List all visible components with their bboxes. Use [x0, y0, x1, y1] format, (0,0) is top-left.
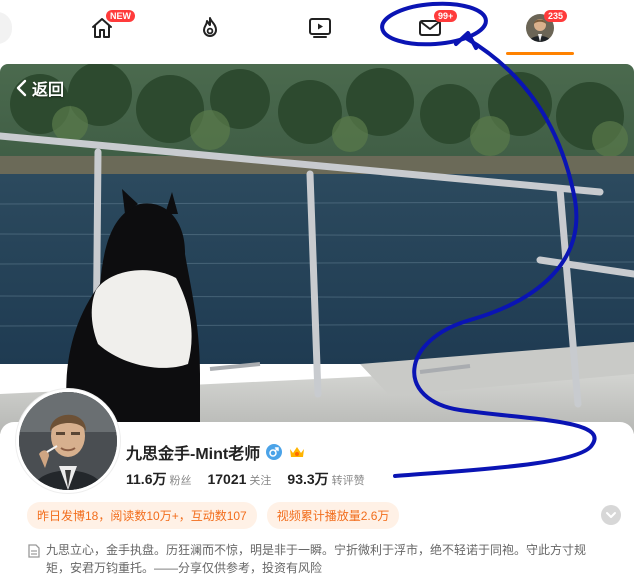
reposts-count: 93.3万 [287, 471, 329, 487]
stat-fans[interactable]: 11.6万 粉丝 [126, 469, 191, 489]
fans-count: 11.6万 [126, 471, 167, 487]
back-label: 返回 [32, 82, 65, 99]
chevron-left-icon [16, 79, 27, 97]
profile-notify-badge: 235 [544, 10, 568, 22]
nav-video[interactable] [298, 8, 342, 48]
active-tab-indicator [506, 52, 574, 55]
nav-home[interactable]: NEW [80, 8, 135, 48]
profile-cover-image [0, 64, 634, 434]
following-count: 17021 [207, 471, 247, 487]
document-icon [28, 544, 40, 558]
mail-count-badge: 99+ [434, 10, 458, 22]
search-box-edge[interactable] [0, 12, 12, 44]
home-new-badge: NEW [106, 10, 135, 22]
nav-profile[interactable]: 235 [518, 8, 568, 48]
expand-button[interactable] [601, 505, 621, 525]
video-icon [309, 18, 331, 38]
vip-crown-icon[interactable] [288, 444, 306, 460]
male-gender-icon [266, 444, 283, 460]
stat-reposts[interactable]: 93.3万 转评赞 [287, 469, 364, 489]
nav-hot[interactable] [188, 8, 232, 48]
following-label: 关注 [249, 475, 272, 487]
chevron-down-icon [606, 512, 616, 518]
yesterday-stats-pill[interactable]: 昨日发博18，阅读数10万+，互动数107 [27, 502, 257, 529]
profile-avatar[interactable] [16, 389, 120, 493]
stat-following[interactable]: 17021 关注 [207, 471, 271, 489]
profile-stats: 11.6万 粉丝 17021 关注 93.3万 转评赞 [126, 469, 365, 489]
nav-messages[interactable]: 99+ [408, 8, 458, 48]
reposts-label: 转评赞 [331, 475, 365, 487]
flame-icon [203, 17, 217, 37]
bio-text: 九思立心，金手执盘。历狂澜而不惊，明是非于一瞬。宁折微利于浮市，绝不轻诺于同袍。… [46, 543, 587, 575]
profile-stat-pills: 昨日发博18，阅读数10万+，互动数107 视频累计播放量2.6万 [27, 502, 400, 529]
profile-bio: 九思立心，金手执盘。历狂澜而不惊，明是非于一瞬。宁折微利于浮市，绝不轻诺于同袍。… [28, 541, 608, 577]
fans-label: 粉丝 [169, 475, 192, 487]
back-button[interactable]: 返回 [14, 76, 64, 100]
top-nav: NEW 99+ 235 [0, 0, 634, 56]
profile-name-row: 九思金手-Mint老师 [126, 440, 306, 464]
profile-name: 九思金手-Mint老师 [126, 446, 261, 463]
video-plays-pill[interactable]: 视频累计播放量2.6万 [266, 502, 400, 529]
